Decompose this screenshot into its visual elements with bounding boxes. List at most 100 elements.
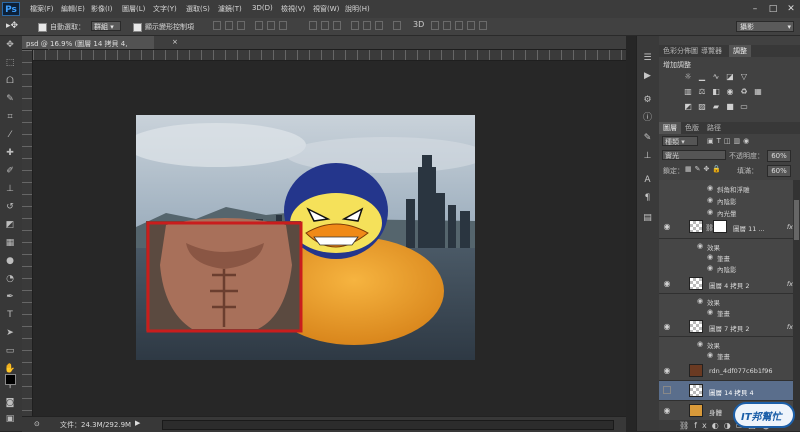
color-lookup-icon[interactable]: ▦ bbox=[753, 87, 763, 96]
eye-icon[interactable]: ◉ bbox=[707, 351, 716, 359]
posterize-icon[interactable]: ▨ bbox=[697, 102, 707, 111]
layer-row-selected[interactable]: 圖層 14 拷貝 4 bbox=[659, 381, 793, 401]
menu-window[interactable]: 視窗(W) bbox=[313, 4, 339, 14]
layer-effect-row[interactable]: ◉ 效果 bbox=[659, 295, 793, 307]
menu-image[interactable]: 影像(I) bbox=[91, 4, 113, 14]
distribute-top-icon[interactable] bbox=[309, 21, 317, 30]
transform-checkbox[interactable] bbox=[133, 23, 142, 32]
visibility-toggle-off[interactable] bbox=[663, 386, 671, 394]
history-panel-icon[interactable]: ☰ bbox=[641, 52, 654, 64]
eye-icon[interactable]: ◉ bbox=[707, 264, 716, 272]
layer-filter-dropdown[interactable]: 種類 ▾ bbox=[662, 136, 698, 146]
3d-roll-icon[interactable] bbox=[443, 21, 451, 30]
distribute-right-icon[interactable] bbox=[375, 21, 383, 30]
tab-channels[interactable]: 色版 bbox=[681, 122, 703, 134]
close-window-button[interactable]: ✕ bbox=[782, 0, 800, 18]
pen-tool-icon[interactable]: ✒ bbox=[4, 292, 16, 303]
menu-edit[interactable]: 編輯(E) bbox=[61, 4, 85, 14]
clone-source-icon[interactable]: ⊥ bbox=[641, 150, 654, 162]
eye-icon[interactable]: ◉ bbox=[697, 340, 706, 348]
eye-icon[interactable]: ◉ bbox=[707, 253, 716, 261]
gradient-map-icon[interactable]: ▭ bbox=[739, 102, 749, 111]
align-bottom-icon[interactable] bbox=[237, 21, 245, 30]
layers-scrollbar[interactable] bbox=[793, 180, 800, 420]
minimize-button[interactable]: – bbox=[746, 0, 764, 18]
layer-row[interactable]: ◉ rdn_4df077c6b1f96 bbox=[659, 361, 793, 381]
filter-icons[interactable]: ▣T◫▥◉ bbox=[707, 137, 752, 145]
crop-tool-icon[interactable]: ⌗ bbox=[4, 112, 16, 123]
layer-effect-row[interactable]: ◉ 筆畫 bbox=[659, 251, 793, 263]
selective-color-icon[interactable]: ■ bbox=[725, 102, 735, 111]
horizontal-scrollbar[interactable] bbox=[162, 420, 614, 430]
move-tool-icon[interactable]: ✥ bbox=[4, 40, 16, 51]
3d-slide-icon[interactable] bbox=[467, 21, 475, 30]
3d-rotate-icon[interactable] bbox=[431, 21, 439, 30]
maximize-button[interactable]: □ bbox=[764, 0, 782, 18]
hue-saturation-icon[interactable]: ▥ bbox=[683, 87, 693, 96]
info-panel-icon[interactable]: ⓘ bbox=[641, 112, 654, 124]
close-tab-icon[interactable]: × bbox=[172, 38, 178, 46]
layer-row[interactable]: ◉ ⛓ 圖層 11 ... fx bbox=[659, 217, 793, 239]
document-tab[interactable]: psd @ 16.9% (圖層 14 拷貝 4, RGB/8) * × bbox=[22, 36, 178, 57]
screen-mode-icon[interactable]: ▣ bbox=[4, 414, 16, 425]
type-tool-icon[interactable]: T bbox=[4, 310, 16, 321]
quick-mask-icon[interactable]: ◙ bbox=[4, 398, 16, 409]
zoom-icon[interactable]: ⊙ bbox=[34, 420, 40, 428]
visibility-eye-icon[interactable]: ◉ bbox=[662, 279, 672, 288]
brush-tool-icon[interactable]: ✐ bbox=[4, 166, 16, 177]
healing-brush-tool-icon[interactable]: ✚ bbox=[4, 148, 16, 159]
eye-icon[interactable]: ◉ bbox=[697, 242, 706, 250]
vibrance-icon[interactable]: ▽ bbox=[739, 72, 749, 81]
distribute-vcenter-icon[interactable] bbox=[321, 21, 329, 30]
layer-effect-row[interactable]: ◉ 筆畫 bbox=[659, 306, 793, 318]
layer-effect-row[interactable]: ◉ 筆畫 bbox=[659, 349, 793, 361]
visibility-eye-icon[interactable]: ◉ bbox=[662, 366, 672, 375]
eye-icon[interactable]: ◉ bbox=[707, 196, 716, 204]
align-hcenter-icon[interactable] bbox=[267, 21, 275, 30]
invert-icon[interactable]: ◩ bbox=[683, 102, 693, 111]
menu-3d[interactable]: 3D(D) bbox=[252, 4, 273, 12]
align-left-icon[interactable] bbox=[255, 21, 263, 30]
move-tool-icon[interactable]: ▸✥ bbox=[6, 21, 18, 31]
layer-effect-row[interactable]: ◉ 斜角和浮雕 bbox=[659, 182, 793, 194]
paragraph-panel-icon[interactable]: ¶ bbox=[641, 192, 654, 204]
distribute-bottom-icon[interactable] bbox=[333, 21, 341, 30]
distribute-hcenter-icon[interactable] bbox=[363, 21, 371, 30]
dodge-tool-icon[interactable]: ◔ bbox=[4, 274, 16, 285]
tool-presets-icon[interactable]: ▤ bbox=[641, 212, 654, 224]
menu-filter[interactable]: 濾鏡(T) bbox=[218, 4, 242, 14]
color-balance-icon[interactable]: ⚖ bbox=[697, 87, 707, 96]
tab-paths[interactable]: 路徑 bbox=[703, 122, 725, 134]
marquee-tool-icon[interactable]: ⬚ bbox=[4, 58, 16, 69]
foreground-color-swatch[interactable] bbox=[5, 374, 16, 385]
channel-mixer-icon[interactable]: ♻ bbox=[739, 87, 749, 96]
eye-icon[interactable]: ◉ bbox=[707, 208, 716, 216]
brightness-icon[interactable]: ☼ bbox=[683, 72, 693, 81]
curves-icon[interactable]: ∿ bbox=[711, 72, 721, 81]
workspace-dropdown[interactable]: 攝影 ▾ bbox=[736, 21, 794, 32]
menu-file[interactable]: 檔案(F) bbox=[30, 4, 54, 14]
shape-tool-icon[interactable]: ▭ bbox=[4, 346, 16, 357]
properties-panel-icon[interactable]: ⚙ bbox=[641, 94, 654, 106]
levels-icon[interactable]: ▁ bbox=[697, 72, 707, 81]
eye-icon[interactable]: ◉ bbox=[707, 184, 716, 192]
layer-effect-row[interactable]: ◉ 內陰影 bbox=[659, 262, 793, 274]
history-brush-tool-icon[interactable]: ↺ bbox=[4, 202, 16, 213]
menu-view[interactable]: 檢視(V) bbox=[281, 4, 305, 14]
layer-effect-row[interactable]: ◉ 效果 bbox=[659, 338, 793, 350]
document-canvas[interactable] bbox=[136, 115, 475, 360]
menu-layer[interactable]: 圖層(L) bbox=[122, 4, 145, 14]
distribute-left-icon[interactable] bbox=[351, 21, 359, 30]
brush-panel-icon[interactable]: ✎ bbox=[641, 132, 654, 144]
layer-row[interactable]: ◉ 圖層 4 拷貝 2 fx bbox=[659, 274, 793, 294]
blur-tool-icon[interactable]: ● bbox=[4, 256, 16, 267]
tab-histogram[interactable]: 色彩分佈圖 bbox=[659, 45, 702, 57]
layer-mask-thumbnail[interactable] bbox=[713, 220, 727, 233]
menu-select[interactable]: 選取(S) bbox=[186, 4, 210, 14]
3d-pan-icon[interactable] bbox=[455, 21, 463, 30]
eye-icon[interactable]: ◉ bbox=[697, 297, 706, 305]
menu-help[interactable]: 說明(H) bbox=[345, 4, 370, 14]
quick-select-tool-icon[interactable]: ✎ bbox=[4, 94, 16, 105]
path-select-tool-icon[interactable]: ➤ bbox=[4, 328, 16, 339]
auto-select-checkbox[interactable] bbox=[38, 23, 47, 32]
